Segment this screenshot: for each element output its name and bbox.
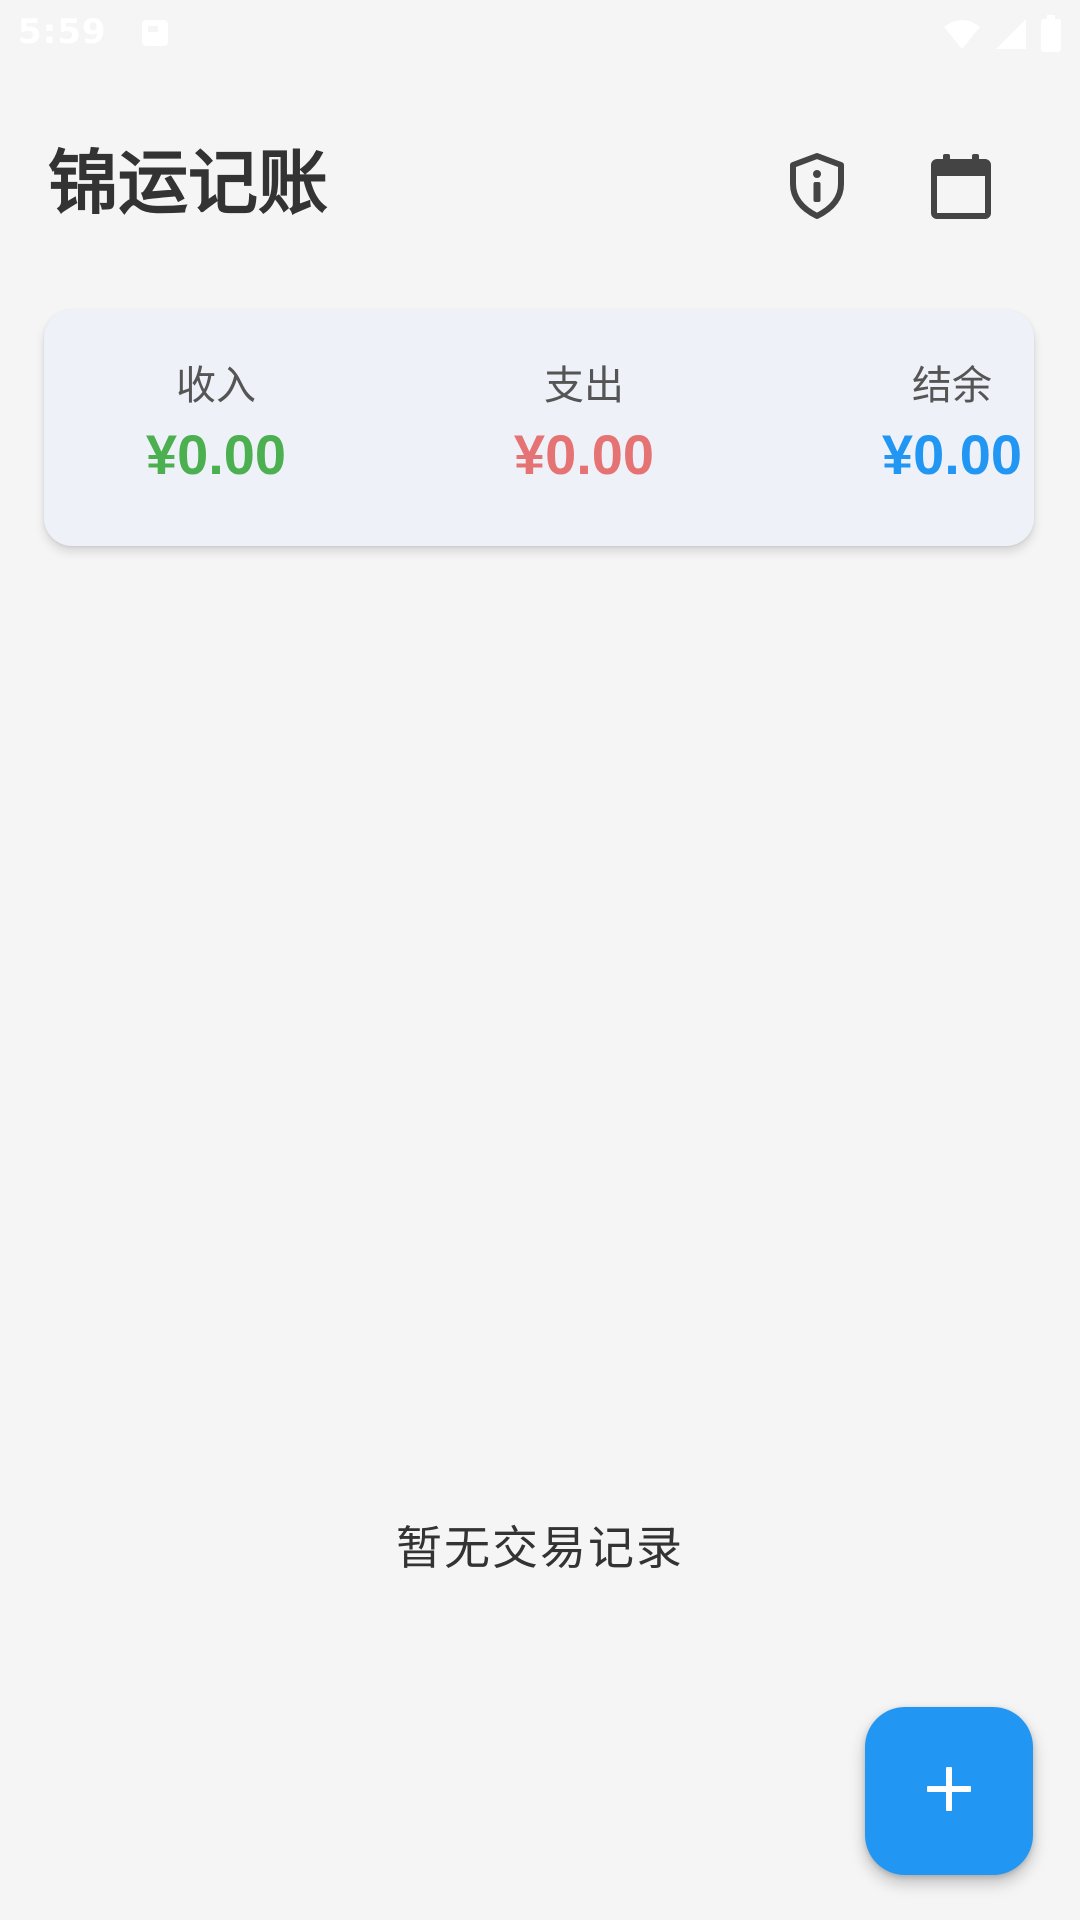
page-title: 锦运记账 xyxy=(48,142,328,224)
balance-label: 结余 xyxy=(912,363,992,409)
status-bar: 5:59 xyxy=(0,0,1080,72)
calendar-icon xyxy=(929,152,993,224)
status-icons xyxy=(942,14,1062,58)
plus-icon xyxy=(925,1765,973,1817)
app-header: 锦运记账 xyxy=(0,120,1080,270)
notification-icon xyxy=(140,18,170,48)
wifi-icon xyxy=(942,17,982,55)
expense-label: 支出 xyxy=(544,363,624,409)
privacy-button[interactable] xyxy=(777,148,857,228)
expense-summary: 支出 ¥0.00 xyxy=(434,362,734,486)
expense-value: ¥0.00 xyxy=(513,423,655,486)
income-label: 收入 xyxy=(176,363,256,409)
status-time: 5:59 xyxy=(18,12,107,52)
balance-value: ¥0.00 xyxy=(881,423,1023,486)
summary-card: 收入 ¥0.00 支出 ¥0.00 结余 ¥0.00 xyxy=(44,310,1034,546)
empty-state-message: 暂无交易记录 xyxy=(396,1521,684,1575)
income-value: ¥0.00 xyxy=(145,423,287,486)
income-summary: 收入 ¥0.00 xyxy=(66,362,366,486)
add-transaction-button[interactable] xyxy=(865,1707,1033,1875)
shield-info-icon xyxy=(787,152,847,224)
calendar-button[interactable] xyxy=(921,148,1001,228)
balance-summary: 结余 ¥0.00 xyxy=(802,362,1080,486)
signal-icon xyxy=(994,17,1028,55)
battery-icon xyxy=(1040,15,1062,57)
